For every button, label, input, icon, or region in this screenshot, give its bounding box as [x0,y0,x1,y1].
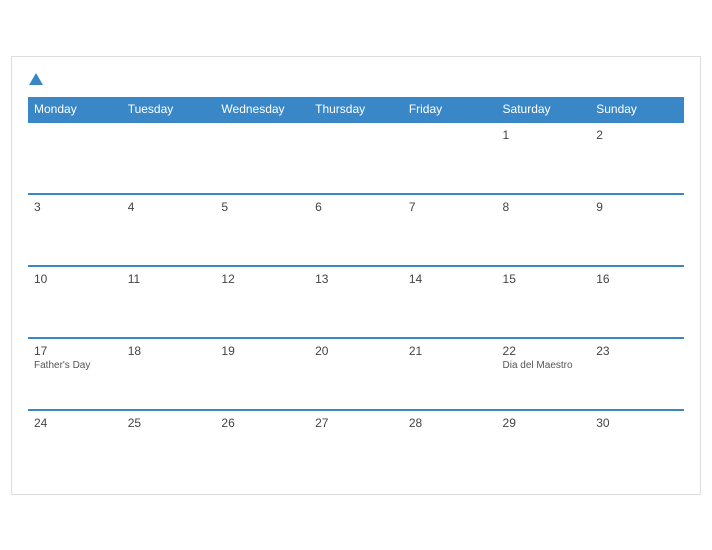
day-number: 23 [596,344,678,358]
day-cell: 13 [309,266,403,338]
day-cell: 1 [497,122,591,194]
day-cell: 22 Dia del Maestro [497,338,591,410]
day-number: 28 [409,416,491,430]
week-row-3: 17Father's Day1819202122Dia del Maestro2… [28,338,684,410]
holiday-label: Dia del Maestro [503,360,585,371]
weekday-tuesday: Tuesday [122,97,216,122]
day-cell [215,122,309,194]
holiday-label: Father's Day [34,360,116,371]
day-number: 17 [34,344,116,358]
day-number: 30 [596,416,678,430]
day-cell: 16 [590,266,684,338]
day-cell: 20 [309,338,403,410]
day-number: 7 [409,200,491,214]
day-number: 22 [503,344,585,358]
week-row-0: 12 [28,122,684,194]
day-number: 8 [503,200,585,214]
day-number: 24 [34,416,116,430]
day-number: 15 [503,272,585,286]
day-cell: 5 [215,194,309,266]
weekday-header-row: MondayTuesdayWednesdayThursdayFridaySatu… [28,97,684,122]
day-cell: 30 [590,410,684,482]
day-number: 14 [409,272,491,286]
day-number: 13 [315,272,397,286]
day-cell: 10 [28,266,122,338]
logo-triangle-icon [29,73,43,85]
day-number: 2 [596,128,678,142]
week-row-4: 24 25 26 27 28 29 30 [28,410,684,482]
day-number: 6 [315,200,397,214]
day-cell: 15 [497,266,591,338]
day-cell: 4 [122,194,216,266]
weekday-sunday: Sunday [590,97,684,122]
day-cell: 11 [122,266,216,338]
week-row-2: 10 11 12 13 14 15 16 [28,266,684,338]
day-cell: 6 [309,194,403,266]
day-number: 10 [34,272,116,286]
day-cell: 14 [403,266,497,338]
day-number: 21 [409,344,491,358]
calendar-header [28,73,684,85]
weekday-monday: Monday [28,97,122,122]
day-cell: 25 [122,410,216,482]
day-number: 11 [128,272,210,286]
day-cell: 28 [403,410,497,482]
day-cell: 9 [590,194,684,266]
day-cell: 19 [215,338,309,410]
logo [28,73,44,85]
calendar-container: MondayTuesdayWednesdayThursdayFridaySatu… [11,56,701,495]
day-cell: 24 [28,410,122,482]
day-cell: 29 [497,410,591,482]
day-number: 25 [128,416,210,430]
day-number: 20 [315,344,397,358]
weekday-saturday: Saturday [497,97,591,122]
day-number: 1 [503,128,585,142]
day-number: 12 [221,272,303,286]
calendar-grid: MondayTuesdayWednesdayThursdayFridaySatu… [28,97,684,482]
day-cell: 12 [215,266,309,338]
day-cell: 18 [122,338,216,410]
day-cell: 23 [590,338,684,410]
weekday-friday: Friday [403,97,497,122]
day-cell: 26 [215,410,309,482]
day-cell: 17 Father's Day [28,338,122,410]
day-number: 19 [221,344,303,358]
week-row-1: 3456789 [28,194,684,266]
day-number: 16 [596,272,678,286]
day-cell: 8 [497,194,591,266]
day-number: 18 [128,344,210,358]
day-number: 27 [315,416,397,430]
day-cell [309,122,403,194]
day-number: 4 [128,200,210,214]
weekday-thursday: Thursday [309,97,403,122]
day-number: 9 [596,200,678,214]
weekday-wednesday: Wednesday [215,97,309,122]
day-cell: 2 [590,122,684,194]
day-cell: 27 [309,410,403,482]
day-cell [122,122,216,194]
day-number: 5 [221,200,303,214]
day-cell [403,122,497,194]
day-cell: 3 [28,194,122,266]
day-number: 29 [503,416,585,430]
day-cell [28,122,122,194]
day-number: 26 [221,416,303,430]
day-cell: 21 [403,338,497,410]
day-number: 3 [34,200,116,214]
day-cell: 7 [403,194,497,266]
